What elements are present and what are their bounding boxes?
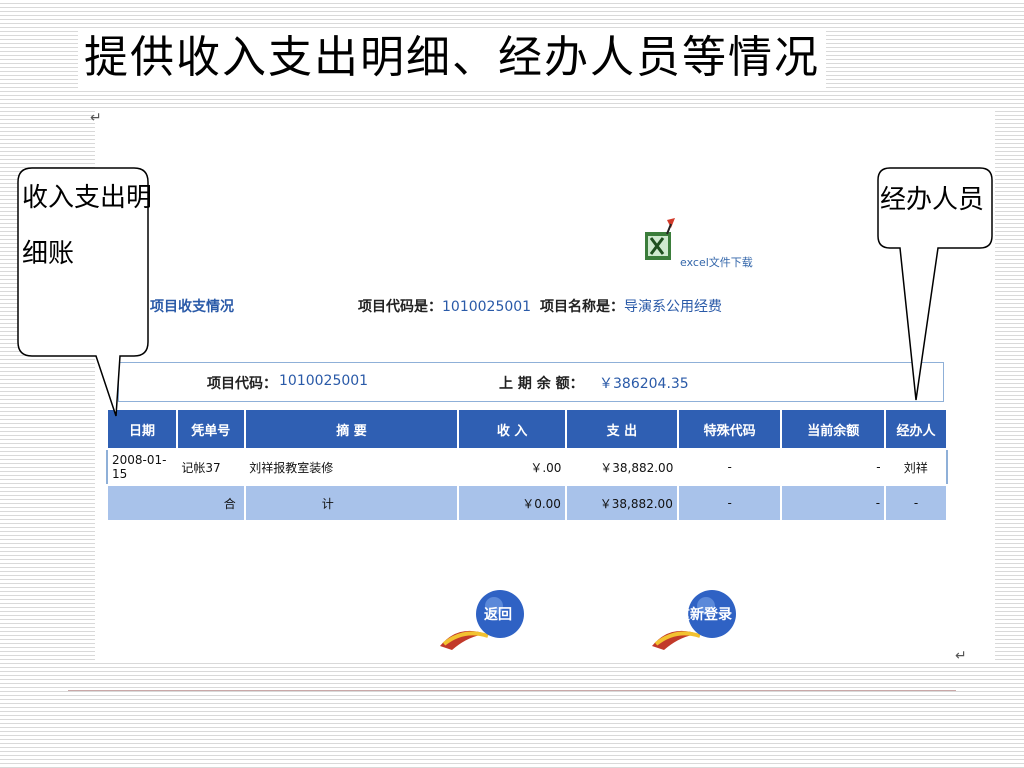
callout-left: 收入支出明 细账 — [17, 167, 150, 417]
paragraph-mark: ↵ — [955, 648, 967, 664]
column-header-voucher: 凭单号 — [175, 408, 246, 450]
column-header-summary: 摘 要 — [243, 408, 460, 450]
back-button[interactable]: 返回 — [438, 584, 528, 654]
total-special-code: - — [676, 484, 783, 522]
excel-file-icon[interactable] — [643, 216, 677, 264]
cell-voucher: 记帐37 — [176, 448, 246, 486]
callout-left-line2: 细账 — [22, 239, 74, 269]
cell-summary: 刘祥报教室装修 — [244, 448, 459, 486]
callout-right-text: 经办人员 — [880, 185, 984, 215]
column-header-handler: 经办人 — [884, 408, 948, 450]
total-handler: - — [884, 484, 948, 522]
column-header-special-code: 特殊代码 — [676, 408, 783, 450]
cell-income: ￥.00 — [457, 448, 567, 486]
total-balance: - — [780, 484, 887, 522]
project-summary-title: 项目收支情况 — [150, 299, 234, 315]
back-button-label: 返回 — [484, 607, 512, 623]
total-label-2: 计 — [243, 484, 460, 522]
ledger-table: 日期 凭单号 摘 要 收 入 支 出 特殊代码 当前余额 经办人 2008-01… — [106, 408, 948, 522]
project-name-label: 项目名称是： — [540, 299, 624, 315]
summary-code-label: 项目代码： — [207, 376, 277, 392]
project-code-info: 项目代码是：1010025001 — [358, 296, 531, 316]
project-name-value: 导演系公用经费 — [624, 299, 722, 315]
total-row: 合 计 ￥0.00 ￥38,882.00 - - - — [106, 484, 948, 522]
summary-code-value: 1010025001 — [279, 373, 369, 389]
cell-date: 2008-01-15 — [106, 448, 178, 486]
table-row: 2008-01-15 记帐37 刘祥报教室装修 ￥.00 ￥38,882.00 … — [106, 448, 948, 486]
callout-right: 经办人员 — [877, 167, 993, 401]
relogin-button-label: 重新登录 — [676, 607, 732, 623]
project-name-info: 项目名称是：导演系公用经费 — [540, 296, 722, 316]
cell-expense: ￥38,882.00 — [565, 448, 679, 486]
column-header-expense: 支 出 — [564, 408, 679, 450]
balance-label: 上 期 余 额： — [499, 376, 584, 392]
excel-download-link[interactable]: excel文件下载 — [680, 254, 753, 270]
project-code-label: 项目代码是： — [358, 299, 442, 315]
total-label-1: 合 — [106, 484, 246, 522]
cell-handler: 刘祥 — [884, 448, 948, 486]
cell-special-code: - — [677, 448, 782, 486]
column-header-income: 收 入 — [457, 408, 567, 450]
relogin-button[interactable]: 重新登录 — [650, 584, 740, 654]
balance-value: ￥386204.35 — [599, 376, 689, 392]
table-header-row: 日期 凭单号 摘 要 收 入 支 出 特殊代码 当前余额 经办人 — [106, 408, 948, 450]
back-button-graphic — [440, 590, 524, 650]
footer-divider — [68, 690, 956, 691]
cell-balance: - — [780, 448, 886, 486]
total-expense: ￥38,882.00 — [564, 484, 679, 522]
callout-left-line1: 收入支出明 — [22, 183, 150, 213]
summary-bar: 项目代码： 1010025001 上 期 余 额： ￥386204.35 — [118, 362, 944, 402]
project-code-value: 1010025001 — [442, 299, 532, 315]
total-income: ￥0.00 — [457, 484, 567, 522]
paragraph-mark: ↵ — [90, 110, 102, 126]
slide-title: 提供收入支出明细、经办人员等情况 — [78, 28, 826, 88]
column-header-balance: 当前余额 — [780, 408, 887, 450]
